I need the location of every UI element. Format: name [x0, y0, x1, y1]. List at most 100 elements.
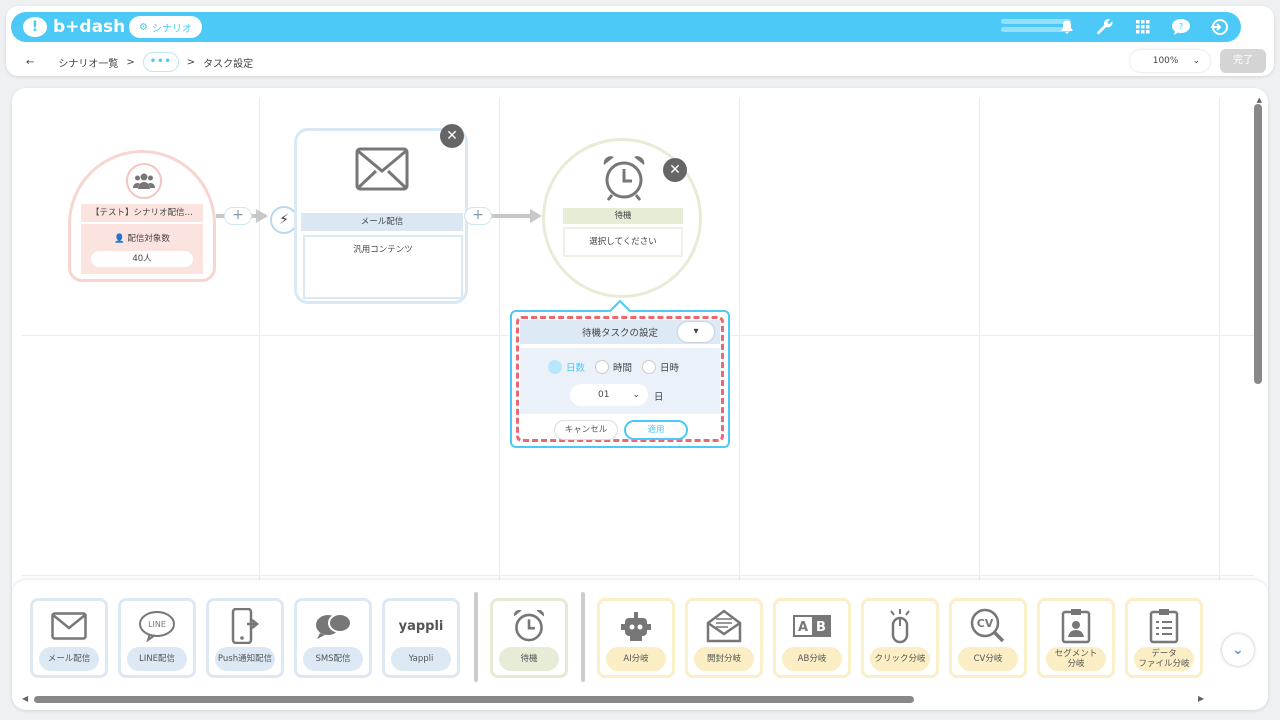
- mail-node-title: メール配信: [301, 213, 463, 231]
- radio-indicator: [642, 360, 657, 374]
- yappli-logo-text: yappli: [398, 618, 444, 634]
- breadcrumb-scenario-list[interactable]: シナリオ一覧: [58, 55, 118, 70]
- open-mail-icon: [688, 607, 760, 645]
- start-node[interactable]: 【テスト】シナリオ配信… 👤 配信対象数 40人: [68, 150, 216, 282]
- breadcrumb-separator: >: [186, 56, 196, 68]
- back-arrow-icon[interactable]: ←: [26, 57, 34, 68]
- days-select-value: 01: [598, 390, 610, 400]
- done-button[interactable]: 完了: [1220, 49, 1266, 73]
- breadcrumb-separator: >: [126, 56, 135, 68]
- grid-line: [22, 575, 1254, 576]
- scenario-chip-label: シナリオ: [151, 23, 192, 35]
- palette-datafile-branch[interactable]: データ ファイル分岐: [1125, 598, 1203, 678]
- add-step-button[interactable]: +: [224, 207, 252, 225]
- expand-palette-button[interactable]: ⌄: [1222, 634, 1254, 666]
- target-count-value: 40人: [91, 251, 193, 267]
- scroll-right-icon[interactable]: ▶: [1198, 694, 1204, 703]
- palette-segment-branch[interactable]: セグメント 分岐: [1037, 598, 1115, 678]
- beginner-mark-button[interactable]: ▾: [678, 322, 714, 342]
- palette-label: SMS配信: [303, 647, 363, 671]
- close-icon[interactable]: ✕: [663, 158, 687, 182]
- apply-button[interactable]: 適用: [624, 420, 688, 440]
- popup-body: 日数 時間 日時 01 ⌄ 日: [520, 348, 720, 414]
- bell-icon[interactable]: [1055, 15, 1079, 39]
- breadcrumb-more-button[interactable]: •••: [142, 52, 179, 72]
- palette-separator: [581, 592, 585, 682]
- header-icons: ?: [1055, 15, 1231, 39]
- palette-click-branch[interactable]: クリック分岐: [861, 598, 939, 678]
- add-step-button[interactable]: +: [464, 207, 492, 225]
- mail-node[interactable]: メール配信 汎用コンテンツ: [294, 128, 468, 304]
- grid-icon[interactable]: [1131, 15, 1155, 39]
- palette-ai-branch[interactable]: AI分岐: [597, 598, 675, 678]
- target-count-label: 👤 配信対象数: [81, 232, 203, 244]
- scroll-up-icon[interactable]: ▲: [1257, 96, 1262, 104]
- arrow-head: [530, 209, 542, 223]
- scroll-left-icon[interactable]: ◀: [22, 694, 28, 703]
- ab-icon: AB: [776, 607, 848, 645]
- radio-days[interactable]: 日数: [548, 360, 585, 374]
- breadcrumb-current: タスク設定: [203, 58, 254, 70]
- palette-label: CV分岐: [958, 647, 1018, 671]
- palette-label: 開封分岐: [694, 647, 754, 671]
- palette-label: 待機: [499, 647, 559, 671]
- popup-title: 待機タスクの設定: [581, 328, 658, 339]
- grid-line: [739, 98, 740, 588]
- datafile-icon: [1128, 607, 1200, 645]
- breadcrumb: ← シナリオ一覧 > ••• > タスク設定: [26, 52, 253, 72]
- palette-label: Yappli: [391, 647, 451, 671]
- wait-node-content[interactable]: 選択してください: [563, 227, 683, 257]
- cv-icon: CV: [952, 607, 1024, 645]
- radio-indicator: [548, 360, 562, 374]
- mail-node-content[interactable]: 汎用コンテンツ: [303, 235, 463, 299]
- horizontal-scrollbar[interactable]: [34, 696, 914, 703]
- clock-icon: [493, 607, 565, 645]
- palette-cv-branch[interactable]: CV CV分岐: [949, 598, 1027, 678]
- days-select[interactable]: 01 ⌄: [570, 384, 648, 406]
- radio-hours[interactable]: 時間: [595, 360, 632, 374]
- radio-label: 時間: [613, 363, 633, 374]
- top-bar: ! b+dash ⚙ シナリオ ?: [11, 12, 1241, 42]
- task-palette: メール配信 LINE LINE配信 Push通知配信 SMS配信 yappli …: [12, 580, 1268, 710]
- header: ! b+dash ⚙ シナリオ ? ← シナリオ一覧 > ••• > タスク設定…: [6, 6, 1274, 76]
- palette-push[interactable]: Push通知配信: [206, 598, 284, 678]
- logout-icon[interactable]: [1207, 15, 1231, 39]
- cancel-button[interactable]: キャンセル: [554, 420, 618, 440]
- popup-header: 待機タスクの設定 ▾: [520, 320, 720, 344]
- cv-icon-text: CV: [977, 617, 994, 630]
- click-icon: [864, 607, 936, 645]
- target-count-label-text: 配信対象数: [127, 234, 170, 244]
- chevron-down-icon: ⌄: [1192, 56, 1200, 66]
- wrench-icon[interactable]: [1093, 15, 1117, 39]
- app: ! b+dash ⚙ シナリオ ? ← シナリオ一覧 > ••• > タスク設定…: [0, 0, 1280, 720]
- help-icon[interactable]: ?: [1169, 15, 1193, 39]
- close-icon[interactable]: ✕: [440, 124, 464, 148]
- palette-ab-branch[interactable]: AB AB分岐: [773, 598, 851, 678]
- palette-mail[interactable]: メール配信: [30, 598, 108, 678]
- line-icon: LINE: [121, 607, 193, 645]
- palette-open-branch[interactable]: 開封分岐: [685, 598, 763, 678]
- palette-separator: [474, 592, 478, 682]
- svg-text:B: B: [816, 620, 826, 635]
- segment-icon: [1040, 607, 1112, 645]
- palette-label: Push通知配信: [215, 647, 275, 671]
- palette-line[interactable]: LINE LINE配信: [118, 598, 196, 678]
- palette-label: データ ファイル分岐: [1134, 647, 1194, 671]
- scenario-canvas[interactable]: ▲ 【テスト】シナリオ配信… 👤 配信対象数 40人 + ⚡ メール配信 汎用コ…: [12, 88, 1268, 710]
- logo-text: b+dash: [53, 17, 126, 37]
- person-icon: 👤: [114, 234, 128, 244]
- palette-sms[interactable]: SMS配信: [294, 598, 372, 678]
- radio-datetime[interactable]: 日時: [642, 360, 679, 374]
- start-node-title: 【テスト】シナリオ配信…: [81, 204, 203, 222]
- vertical-scrollbar[interactable]: [1254, 104, 1262, 384]
- palette-label: メール配信: [39, 647, 99, 671]
- scenario-icon: ⚙: [139, 21, 148, 33]
- palette-yappli[interactable]: yappli Yappli: [382, 598, 460, 678]
- mail-icon: [33, 607, 105, 645]
- zoom-select[interactable]: 100% ⌄: [1130, 50, 1210, 72]
- radio-label: 日時: [660, 363, 680, 374]
- chevron-down-icon: ⌄: [632, 390, 640, 400]
- palette-wait[interactable]: 待機: [490, 598, 568, 678]
- logo[interactable]: ! b+dash: [23, 16, 125, 38]
- scenario-chip[interactable]: ⚙ シナリオ: [129, 16, 202, 38]
